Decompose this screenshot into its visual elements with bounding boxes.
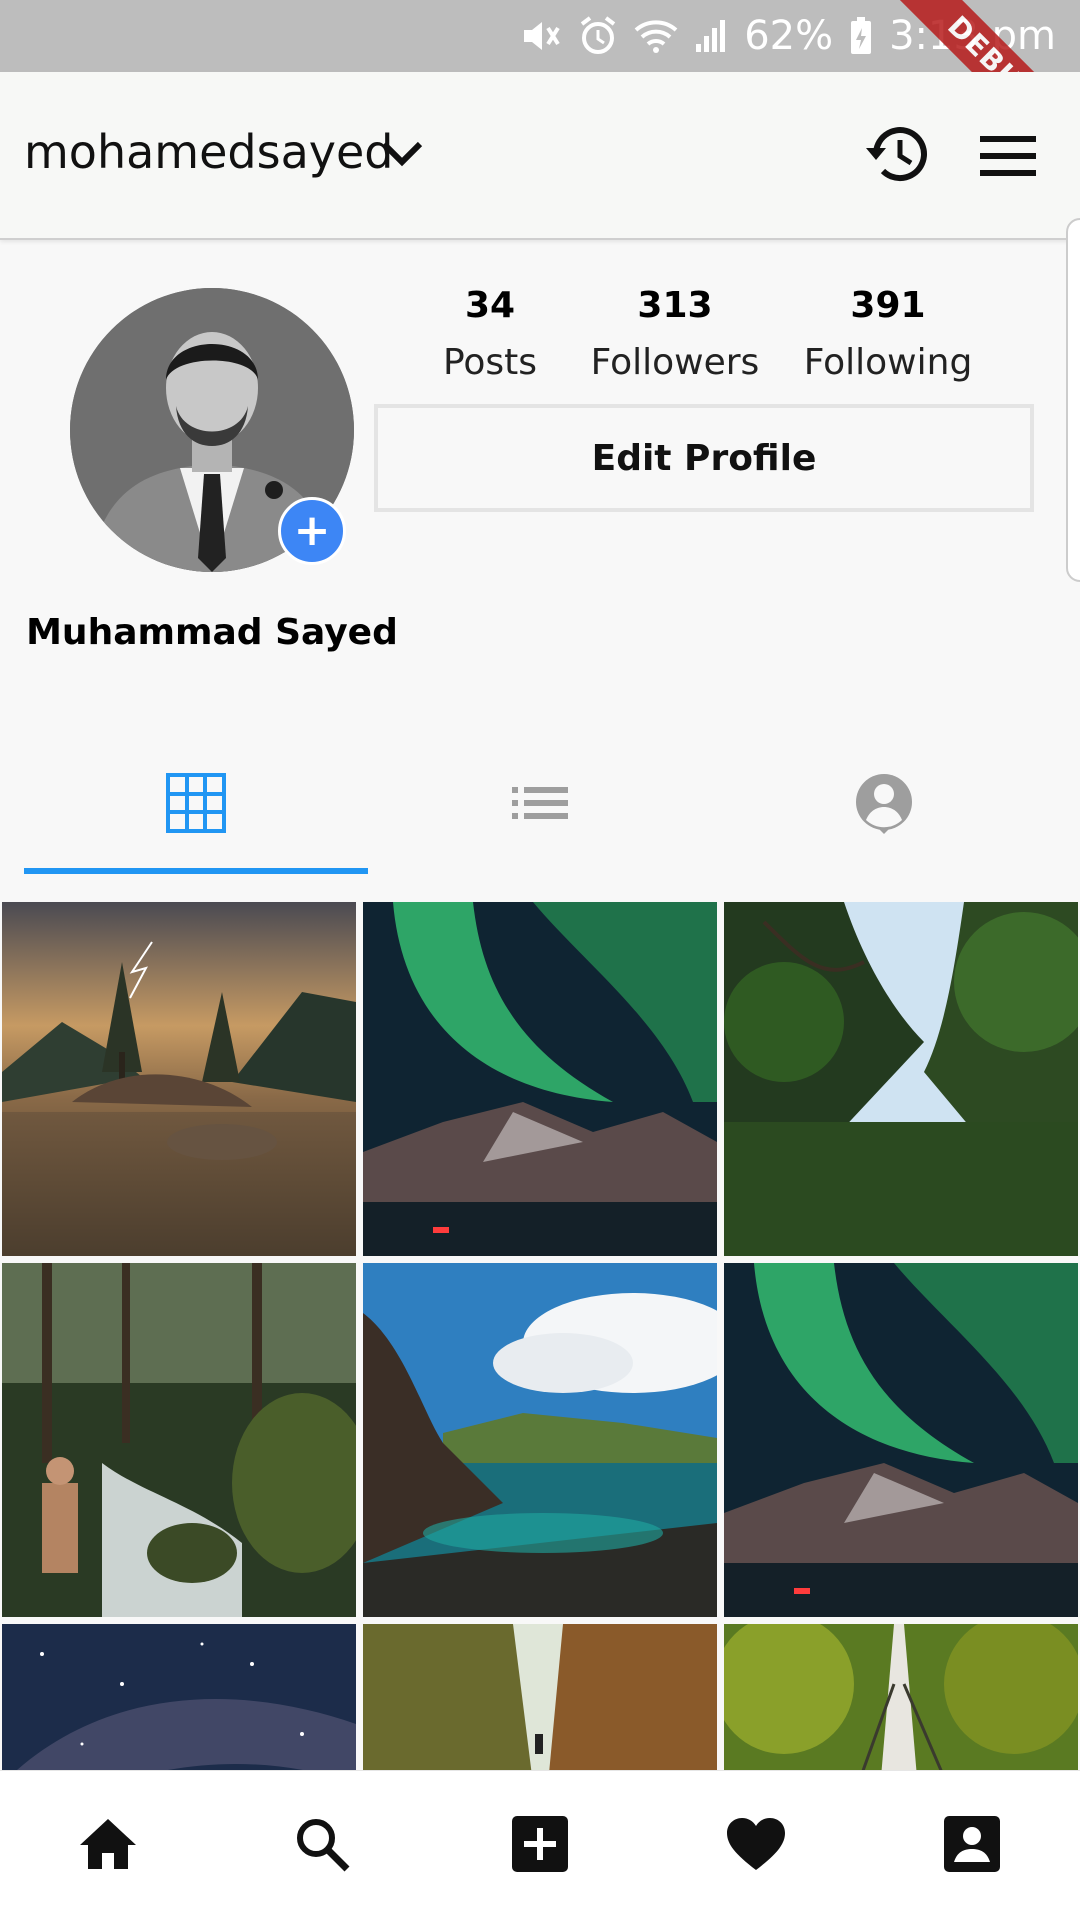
- edit-profile-button[interactable]: Edit Profile: [374, 404, 1034, 512]
- chevron-down-icon[interactable]: [380, 138, 424, 168]
- stat-followers[interactable]: 313 Followers: [585, 280, 765, 383]
- tab-tagged[interactable]: [712, 740, 1056, 866]
- posts-grid: [2, 902, 1078, 1770]
- nav-search[interactable]: [262, 1798, 382, 1890]
- stat-posts[interactable]: 34 Posts: [400, 280, 580, 383]
- nav-activity[interactable]: [696, 1798, 816, 1890]
- battery-charging-icon: [851, 17, 872, 54]
- posts-count: 34: [464, 285, 516, 326]
- list-icon: [512, 787, 568, 819]
- grid-icon: [166, 773, 226, 833]
- heart-icon: [727, 1818, 785, 1870]
- wifi-icon: [634, 20, 678, 53]
- scroll-handle[interactable]: [1066, 218, 1080, 582]
- username-title[interactable]: mohamedsayed: [24, 125, 393, 179]
- stat-following[interactable]: 391 Following: [798, 280, 978, 383]
- add-story-button[interactable]: +: [278, 497, 346, 565]
- nav-home[interactable]: [48, 1798, 168, 1890]
- nav-profile[interactable]: [912, 1798, 1032, 1890]
- signal-icon: [696, 20, 726, 52]
- following-label: Following: [803, 342, 973, 383]
- post-thumbnail[interactable]: [363, 1263, 717, 1617]
- post-thumbnail[interactable]: [724, 1624, 1078, 1770]
- search-icon: [297, 1819, 350, 1872]
- followers-label: Followers: [590, 342, 760, 383]
- post-thumbnail[interactable]: [363, 902, 717, 1256]
- menu-icon[interactable]: [980, 136, 1036, 176]
- home-icon: [80, 1819, 136, 1869]
- battery-percent: 62%: [744, 13, 834, 59]
- post-thumbnail[interactable]: [363, 1624, 717, 1770]
- profile-display-name: Muhammad Sayed: [26, 612, 398, 653]
- tab-grid[interactable]: [24, 740, 368, 866]
- person-box-icon: [944, 1816, 1000, 1872]
- tab-list[interactable]: [368, 740, 712, 866]
- post-thumbnail[interactable]: [2, 1263, 356, 1617]
- post-thumbnail[interactable]: [2, 902, 356, 1256]
- history-icon[interactable]: [864, 124, 932, 184]
- posts-label: Posts: [442, 342, 538, 383]
- alarm-icon: [580, 16, 616, 54]
- tab-indicator: [24, 868, 368, 874]
- post-thumbnail[interactable]: [724, 1263, 1078, 1617]
- following-count: 391: [850, 285, 926, 326]
- mute-icon: [524, 22, 560, 50]
- add-box-icon: [512, 1816, 568, 1872]
- account-circle-icon: [856, 774, 912, 834]
- nav-add[interactable]: [480, 1798, 600, 1890]
- followers-count: 313: [637, 285, 713, 326]
- post-thumbnail[interactable]: [2, 1624, 356, 1770]
- post-thumbnail[interactable]: [724, 902, 1078, 1256]
